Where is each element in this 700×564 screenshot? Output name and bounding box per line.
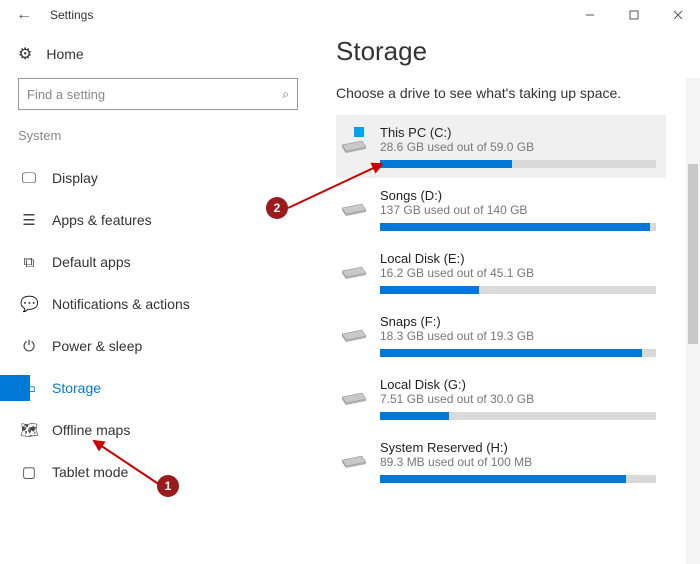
sidebar-item-label: Storage	[52, 380, 101, 396]
power-icon: ⏻	[20, 338, 38, 355]
sidebar-item-label: Default apps	[52, 254, 131, 270]
drive-bar	[380, 160, 656, 168]
drive-icon	[340, 253, 368, 281]
drive-name: Songs (D:)	[380, 188, 656, 203]
drive-item[interactable]: Local Disk (G:) 7.51 GB used out of 30.0…	[336, 367, 666, 430]
gear-icon: ⚙	[18, 44, 32, 64]
callout-badge-2: 2	[266, 197, 288, 219]
sidebar-item-label: Power & sleep	[52, 338, 142, 354]
drive-bar	[380, 475, 656, 483]
drive-item[interactable]: Local Disk (E:) 16.2 GB used out of 45.1…	[336, 241, 666, 304]
page-subtitle: Choose a drive to see what's taking up s…	[336, 85, 692, 101]
drive-bar	[380, 286, 656, 294]
sidebar-item-notifications[interactable]: 💬 Notifications & actions	[18, 283, 320, 325]
notifications-icon: 💬	[20, 295, 38, 313]
drive-name: Local Disk (G:)	[380, 377, 656, 392]
sidebar-item-default-apps[interactable]: ⧉ Default apps	[18, 241, 320, 283]
drive-usage: 7.51 GB used out of 30.0 GB	[380, 392, 656, 406]
tablet-icon: ▢	[20, 463, 38, 481]
search-input[interactable]: Find a setting ⌕	[18, 78, 298, 110]
drive-icon	[340, 442, 368, 470]
sidebar-item-display[interactable]: 🖵 Display	[18, 157, 320, 199]
drive-bar	[380, 412, 656, 420]
back-button[interactable]: ←	[8, 6, 40, 24]
drive-icon	[340, 379, 368, 407]
home-link[interactable]: ⚙ Home	[18, 44, 320, 64]
drive-bar	[380, 223, 656, 231]
drive-item[interactable]: Snaps (F:) 18.3 GB used out of 19.3 GB	[336, 304, 666, 367]
search-placeholder: Find a setting	[27, 87, 105, 102]
drive-usage: 89.3 MB used out of 100 MB	[380, 455, 656, 469]
nav-category: System	[18, 128, 320, 143]
drive-icon	[340, 127, 368, 155]
close-button[interactable]	[656, 0, 700, 30]
sidebar-item-storage[interactable]: ▭ Storage	[18, 367, 320, 409]
drive-usage: 28.6 GB used out of 59.0 GB	[380, 140, 656, 154]
drive-bar	[380, 349, 656, 357]
sidebar-item-label: Notifications & actions	[52, 296, 190, 312]
drive-icon	[340, 316, 368, 344]
home-label: Home	[46, 46, 83, 62]
drive-name: System Reserved (H:)	[380, 440, 656, 455]
minimize-button[interactable]	[568, 0, 612, 30]
drive-item[interactable]: System Reserved (H:) 89.3 MB used out of…	[336, 430, 666, 493]
drive-name: Local Disk (E:)	[380, 251, 656, 266]
scrollbar-thumb[interactable]	[688, 164, 698, 344]
drive-name: Snaps (F:)	[380, 314, 656, 329]
callout-arrow-2	[282, 158, 392, 218]
storage-icon: ▭	[20, 379, 38, 397]
search-icon: ⌕	[282, 87, 289, 102]
sidebar-item-label: Apps & features	[52, 212, 152, 228]
display-icon: 🖵	[20, 170, 38, 187]
maximize-button[interactable]	[612, 0, 656, 30]
drive-usage: 16.2 GB used out of 45.1 GB	[380, 266, 656, 280]
maps-icon: 🗺	[20, 421, 38, 439]
scrollbar[interactable]	[686, 78, 700, 564]
callout-badge-1: 1	[157, 475, 179, 497]
default-apps-icon: ⧉	[20, 254, 38, 271]
app-title: Settings	[50, 8, 93, 22]
drive-usage: 18.3 GB used out of 19.3 GB	[380, 329, 656, 343]
sidebar-item-power[interactable]: ⏻ Power & sleep	[18, 325, 320, 367]
page-title: Storage	[336, 36, 692, 67]
drive-usage: 137 GB used out of 140 GB	[380, 203, 656, 217]
sidebar-item-label: Display	[52, 170, 98, 186]
apps-icon: ☰	[20, 211, 38, 229]
drive-name: This PC (C:)	[380, 125, 656, 140]
